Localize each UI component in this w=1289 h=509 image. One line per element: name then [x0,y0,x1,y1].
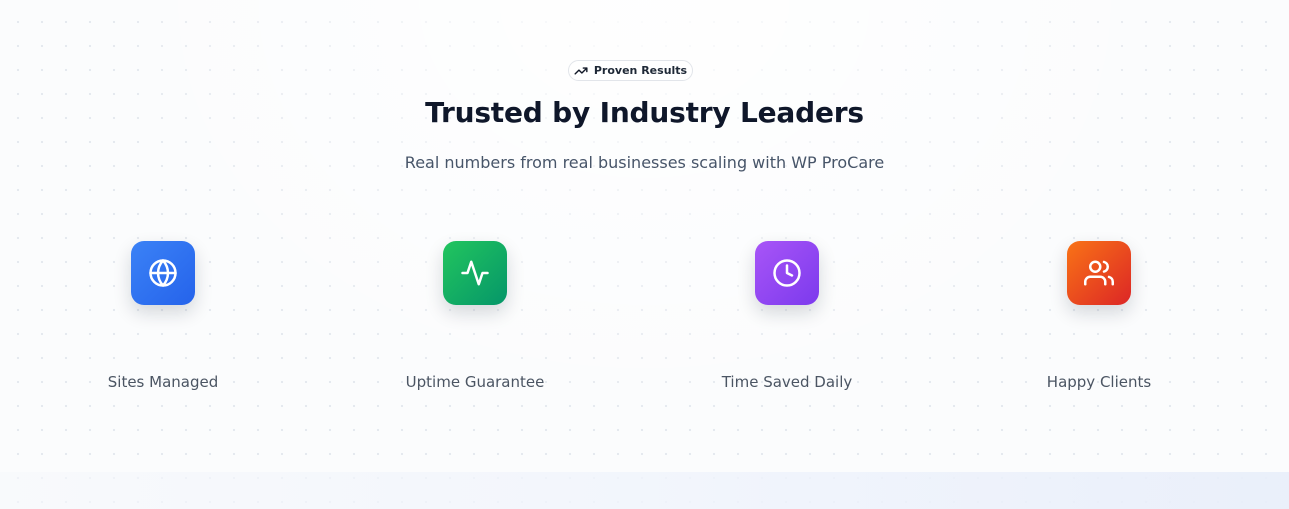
stat-label: Happy Clients [1046,373,1152,391]
stat-label: Sites Managed [107,373,219,391]
stat-icon-tile [443,241,507,305]
stat-card-uptime-guarantee: Uptime Guarantee [345,241,605,401]
section-title: Trusted by Industry Leaders [425,96,864,129]
stat-icon-tile [131,241,195,305]
section-subtitle: Real numbers from real businesses scalin… [404,153,885,172]
users-icon [1084,258,1114,288]
trending-up-icon [574,64,588,78]
activity-icon [460,258,490,288]
stat-icon-tile [755,241,819,305]
globe-icon [148,258,178,288]
stat-card-sites-managed: Sites Managed [33,241,293,401]
stat-card-time-saved-daily: Time Saved Daily [657,241,917,401]
clock-icon [772,258,802,288]
stat-label: Uptime Guarantee [405,373,545,391]
proven-results-badge: Proven Results [568,60,693,81]
stat-label: Time Saved Daily [721,373,853,391]
badge-label: Proven Results [593,64,688,77]
next-section-edge [0,472,1289,509]
stat-icon-tile [1067,241,1131,305]
stat-card-happy-clients: Happy Clients [969,241,1229,401]
